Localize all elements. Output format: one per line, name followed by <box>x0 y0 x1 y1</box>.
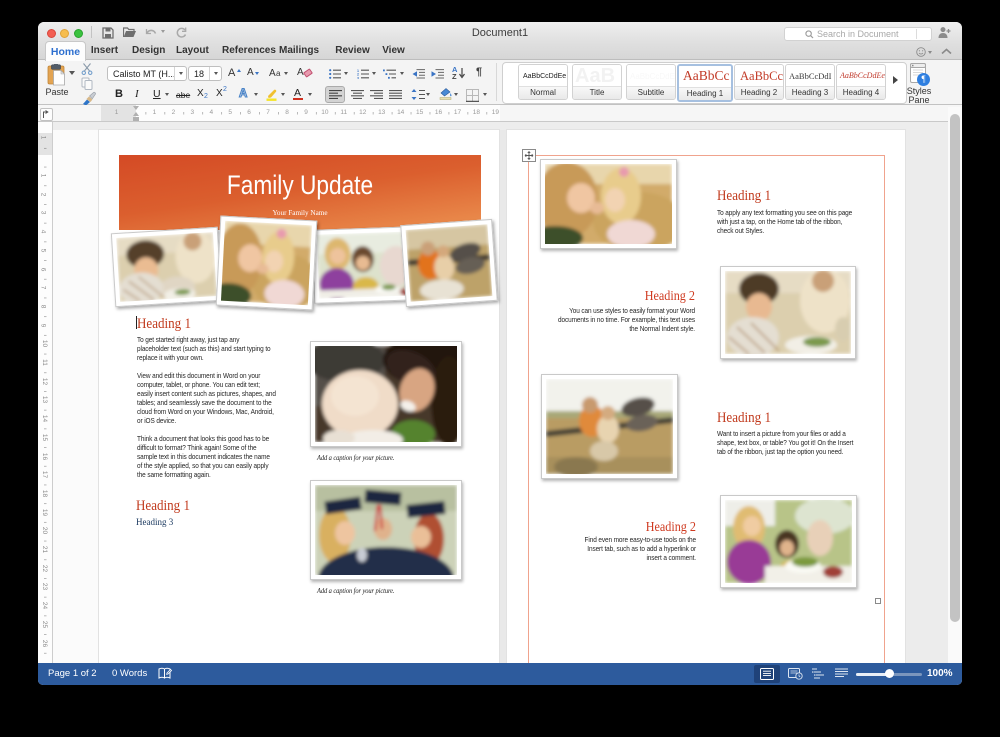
svg-text:3: 3 <box>357 76 359 79</box>
